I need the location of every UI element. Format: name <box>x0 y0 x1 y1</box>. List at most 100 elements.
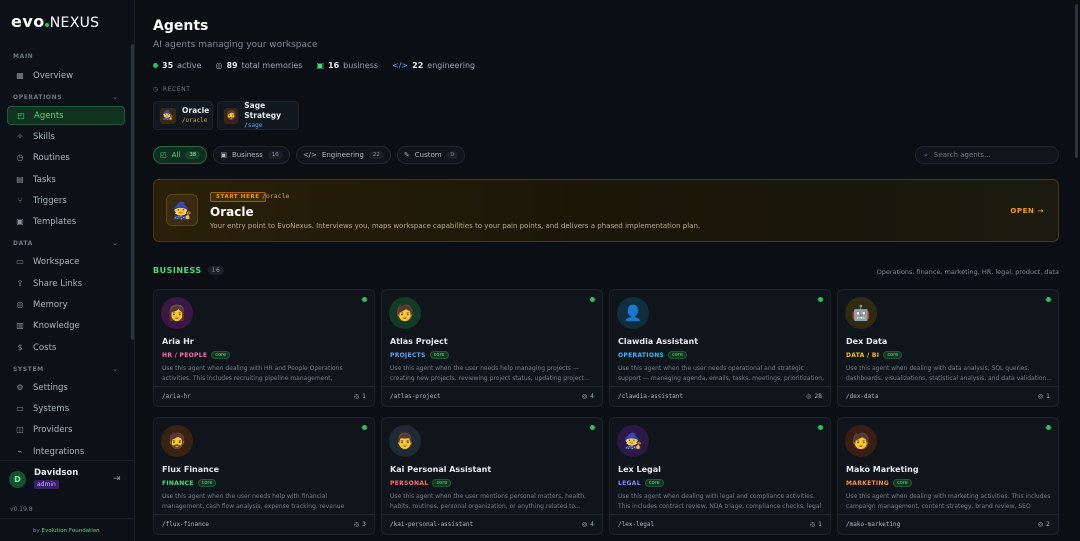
sidebar-item-memory[interactable]: ◎ Memory <box>7 295 125 314</box>
sidebar-item-label: Agents <box>34 110 64 121</box>
page-scrollbar[interactable] <box>1075 4 1078 158</box>
robot-icon: ◰ <box>160 151 167 159</box>
filter-label: Business <box>231 151 263 159</box>
stat-label: business <box>343 61 379 70</box>
gear-icon: ⚙ <box>16 383 24 392</box>
recent-item-oracle[interactable]: 🧙 Oracle /oracle <box>153 101 213 130</box>
sidebar-item-costs[interactable]: $ Costs <box>7 338 125 357</box>
sidebar-footer: by Evolution Foundation <box>0 518 134 541</box>
sidebar-item-routines[interactable]: ◷ Routines <box>7 148 125 167</box>
logout-icon[interactable]: ⇥ <box>113 474 121 484</box>
search-input[interactable] <box>933 151 1044 159</box>
agent-card-kai-personal-assistant[interactable]: 👨 Kai Personal Assistant PERSONAL core U… <box>381 417 603 535</box>
avatar[interactable]: D <box>9 471 26 488</box>
recent-item-name: Sage Strategy <box>244 101 281 120</box>
sage-avatar-icon: 🧔 <box>224 107 239 124</box>
filter-custom[interactable]: ✎ Custom 0 <box>396 146 466 164</box>
agent-card-atlas-project[interactable]: 🧑 Atlas Project PROJECTS core Use this a… <box>381 289 603 407</box>
chevron-down-icon[interactable]: ⌄ <box>112 365 118 373</box>
oracle-hero-card[interactable]: 🧙 START HERE /oracle Oracle Your entry p… <box>153 179 1059 242</box>
agent-avatar-icon: 🧑 <box>389 297 421 329</box>
online-status-dot <box>1046 425 1051 430</box>
core-badge: core <box>429 351 449 359</box>
agent-card-flux-finance[interactable]: 🧔 Flux Finance FINANCE core Use this age… <box>153 417 375 535</box>
flow-icon: ⑂ <box>17 196 23 205</box>
sidebar-item-templates[interactable]: ▣ Templates <box>7 212 125 231</box>
sidebar-item-overview[interactable]: ▦ Overview <box>7 66 125 85</box>
stat-memories: ◎ 89 total memories <box>215 61 302 70</box>
start-here-badge: START HERE <box>210 192 266 202</box>
sparkle-icon: ✧ <box>16 132 24 141</box>
sidebar-item-systems[interactable]: ▭ Systems <box>7 399 125 418</box>
database-icon: ◎ <box>809 521 816 528</box>
memory-value: 4 <box>590 521 594 528</box>
sidebar-item-tasks[interactable]: ▤ Tasks <box>7 170 125 189</box>
agent-card-clawdia-assistant[interactable]: 👤 Clawdia Assistant OPERATIONS core Use … <box>609 289 831 407</box>
chevron-down-icon[interactable]: ⌄ <box>112 239 118 247</box>
hero-slug: /oracle <box>262 192 290 200</box>
filter-count: 22 <box>368 151 384 159</box>
sidebar-item-workspace[interactable]: ▭ Workspace <box>7 252 125 271</box>
agent-description: Use this agent when dealing with marketi… <box>846 493 1051 510</box>
open-button[interactable]: OPEN → <box>1010 207 1044 215</box>
agent-avatar-icon: 🤖 <box>845 297 877 329</box>
sidebar-item-skills[interactable]: ✧ Skills <box>7 127 125 146</box>
core-badge: core <box>197 479 217 487</box>
logo-evo: evo <box>11 12 45 31</box>
agent-category: PROJECTS <box>390 351 426 359</box>
agent-slug: /lex-legal <box>618 521 655 528</box>
filter-label: Custom <box>414 151 442 159</box>
recent-item-sage[interactable]: 🧔 Sage Strategy /sage <box>217 101 299 130</box>
database-icon: ◎ <box>806 393 812 400</box>
agent-tags: PROJECTS core <box>390 351 449 359</box>
memory-value: 4 <box>590 393 594 400</box>
filter-all[interactable]: ◰ All 38 <box>153 146 208 164</box>
footer-org-link[interactable]: Evolution Foundation <box>42 528 100 534</box>
sidebar-scrollbar[interactable] <box>131 44 134 340</box>
agent-card-dex-data[interactable]: 🤖 Dex Data DATA / BI core Use this agent… <box>837 289 1059 407</box>
memory-count: ◎ 4 <box>582 521 594 528</box>
agent-card-mako-marketing[interactable]: 🧑 Mako Marketing MARKETING core Use this… <box>837 417 1059 535</box>
chevron-down-icon[interactable]: ⌄ <box>112 93 118 101</box>
agent-description: Use this agent when the user mentions pe… <box>390 493 586 510</box>
memory-value: 1 <box>1046 393 1050 400</box>
logo[interactable]: evo NEXUS <box>11 12 99 31</box>
agent-tags: OPERATIONS core <box>618 351 688 359</box>
online-status-dot <box>818 425 823 430</box>
agent-name: Mako Marketing <box>846 465 919 474</box>
sidebar-item-label: Routines <box>33 152 70 163</box>
section-operations: OPERATIONS <box>13 94 63 101</box>
oracle-avatar-icon: 🧙 <box>166 194 198 226</box>
filter-engineering[interactable]: </> Engineering 22 <box>295 146 391 164</box>
agent-card-lex-legal[interactable]: 🧙 Lex Legal LEGAL core Use this agent wh… <box>609 417 831 535</box>
sidebar-item-triggers[interactable]: ⑂ Triggers <box>7 191 125 210</box>
sidebar-item-settings[interactable]: ⚙ Settings <box>7 378 125 397</box>
filter-business[interactable]: ▣ Business 16 <box>213 146 290 164</box>
database-icon: ◎ <box>215 61 223 70</box>
code-icon: </> <box>302 151 317 159</box>
stats-bar: 35 active ◎ 89 total memories ▣ 16 busin… <box>153 61 475 70</box>
sidebar-item-providers[interactable]: ◫ Providers <box>7 420 125 439</box>
stat-value: 16 <box>328 61 340 70</box>
agent-category: FINANCE <box>162 479 194 487</box>
online-status-dot <box>1046 297 1051 302</box>
agent-description: Use this agent when the user needs help … <box>162 493 345 510</box>
sidebar-item-integrations[interactable]: ⌁ Integrations <box>7 442 125 461</box>
stat-active: 35 active <box>153 61 201 70</box>
memory-count: ◎ 28 <box>806 393 822 400</box>
memory-value: 28 <box>814 393 822 400</box>
filter-count: 16 <box>267 151 283 159</box>
search-icon: ⌕ <box>924 150 928 159</box>
sidebar-item-share-links[interactable]: ⇪ Share Links <box>7 274 125 293</box>
core-badge: core <box>432 479 452 487</box>
agent-card-aria-hr[interactable]: 👩 Aria Hr HR / PEOPLE core Use this agen… <box>153 289 375 407</box>
user-role-badge: admin <box>34 480 59 489</box>
clock-icon: ◷ <box>16 153 24 162</box>
sidebar-item-knowledge[interactable]: ▥ Knowledge <box>7 316 125 335</box>
section-label: BUSINESS <box>153 266 202 275</box>
agent-name: Dex Data <box>846 337 888 346</box>
agent-card-footer: /clawdia-assistant ◎ 28 <box>610 386 830 406</box>
sidebar-item-agents[interactable]: ◰ Agents <box>7 106 125 125</box>
wand-icon: ✎ <box>403 151 410 159</box>
agent-category: HR / PEOPLE <box>162 351 208 359</box>
